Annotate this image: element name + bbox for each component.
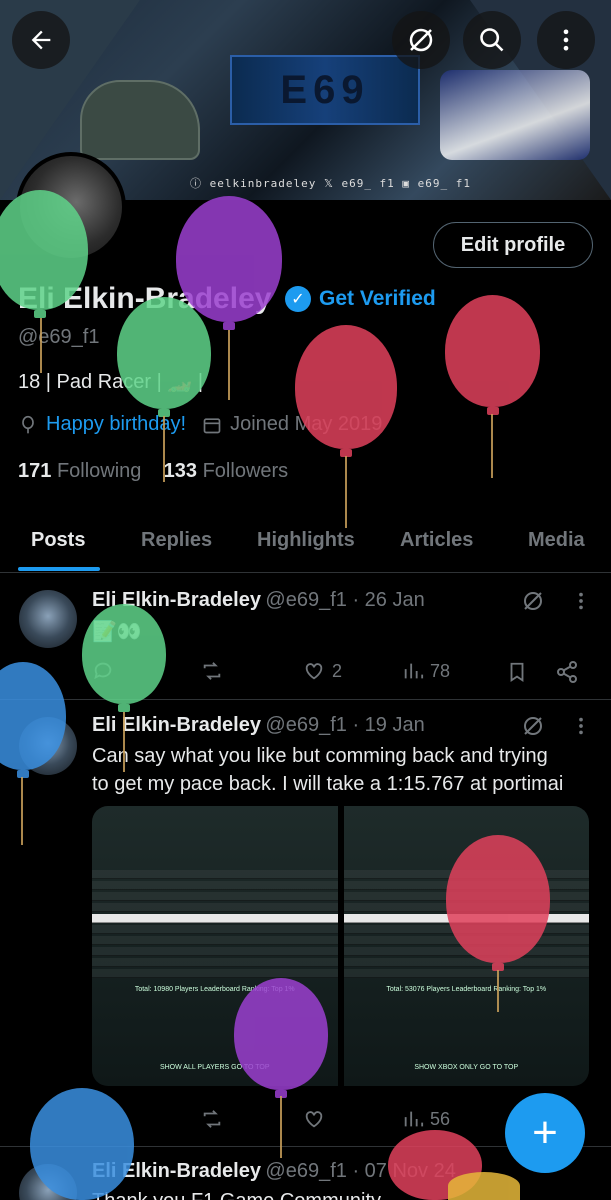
balloon-string [123, 712, 125, 772]
tab-highlights[interactable]: Highlights [257, 529, 355, 552]
repost-button[interactable] [200, 660, 224, 682]
post-text-line: to get my pace back. I will take a 1:15.… [92, 773, 564, 795]
balloon-purple [234, 978, 328, 1090]
like-count: 2 [332, 660, 343, 681]
compose-button[interactable]: + [505, 1093, 585, 1173]
followers-label: Followers [202, 460, 289, 482]
balloon-red [295, 325, 397, 449]
followers-count: 133 [163, 460, 198, 482]
view-count: 78 [430, 660, 451, 681]
heart-icon [305, 663, 323, 680]
grok-explain-icon[interactable] [521, 714, 545, 738]
repost-button[interactable] [200, 1108, 224, 1130]
post-avatar[interactable] [19, 590, 77, 648]
post-text: Thank you F1 Game Community [92, 1187, 381, 1200]
views-button[interactable]: 56 [402, 1108, 450, 1130]
banner-racecar-image [440, 70, 590, 160]
post-header: Eli Elkin-Bradeley @e69_f1 · 19 Jan [92, 714, 425, 737]
views-icon [404, 663, 424, 679]
balloon-string [491, 414, 493, 478]
heart-icon [305, 1111, 323, 1128]
profile-handle: @e69_f1 [18, 326, 100, 348]
post-text: Can say what you like but comming back a… [92, 742, 602, 798]
follow-stats: 171 Following 133 Followers [18, 460, 288, 483]
post-handle-time: @e69_f1 · 26 Jan [265, 589, 425, 611]
more-button[interactable] [537, 11, 595, 69]
arrow-left-icon [31, 30, 51, 50]
like-button[interactable] [302, 1108, 326, 1130]
balloon-yellow [448, 1172, 520, 1200]
balloon-green [82, 604, 166, 704]
grok-button[interactable] [392, 11, 450, 69]
tab-replies[interactable]: Replies [141, 529, 212, 552]
tab-articles[interactable]: Articles [400, 529, 473, 552]
like-button[interactable]: 2 [302, 660, 342, 682]
balloon-string [228, 330, 230, 400]
share-icon[interactable] [555, 660, 579, 684]
balloon-green [117, 297, 211, 409]
post-more-icon[interactable] [570, 714, 592, 738]
following-link[interactable]: 171 Following [18, 460, 141, 482]
balloon-string [345, 456, 347, 528]
balloon-red [445, 295, 540, 407]
profile-tabs: Posts Replies Highlights Articles Media [0, 515, 611, 573]
search-icon [480, 28, 504, 52]
views-button[interactable]: 78 [402, 660, 450, 682]
balloon-string [163, 416, 165, 482]
tab-media[interactable]: Media [528, 529, 585, 552]
balloon-string [21, 777, 23, 845]
balloon-string [497, 970, 499, 1012]
post-more-icon[interactable] [570, 589, 592, 613]
tab-active-indicator [18, 567, 100, 571]
view-count: 56 [430, 1108, 451, 1129]
bookmark-icon[interactable] [506, 660, 528, 684]
leaderboard-total: Total: 53076 Players Leaderboard Ranking… [386, 986, 547, 993]
following-count: 171 [18, 460, 52, 482]
post-author[interactable]: Eli Elkin-Bradeley [92, 714, 261, 736]
balloon-blue [30, 1088, 134, 1200]
tab-posts[interactable]: Posts [31, 529, 85, 552]
more-vertical-icon [563, 29, 569, 51]
views-icon [404, 1111, 424, 1127]
followers-link[interactable]: 133 Followers [164, 460, 289, 482]
search-button[interactable] [463, 11, 521, 69]
edit-profile-button[interactable]: Edit profile [433, 222, 593, 268]
balloon-string [40, 318, 42, 373]
post-handle-time: @e69_f1 · 19 Jan [265, 714, 425, 736]
repost-icon [203, 662, 221, 680]
calendar-icon [203, 417, 221, 433]
slash-circle-icon [409, 28, 433, 52]
balloon-green [0, 190, 88, 310]
balloon-icon [22, 415, 34, 433]
post-text-line: Can say what you like but comming back a… [92, 745, 548, 767]
grok-explain-icon[interactable] [521, 589, 545, 613]
following-label: Following [56, 460, 142, 482]
balloon-red [446, 835, 550, 963]
verified-badge-icon[interactable]: ✓ [285, 286, 311, 312]
banner-car-image [80, 80, 200, 160]
banner-logo: E69 [280, 68, 370, 112]
balloon-purple [176, 196, 282, 322]
repost-icon [203, 1110, 221, 1128]
back-button[interactable] [12, 11, 70, 69]
banner-socials: ⓘ eelkinbradeley 𝕏 e69_ f1 ▣ e69_ f1 [190, 177, 472, 190]
balloon-string [280, 1096, 282, 1158]
get-verified-link[interactable]: Get Verified [319, 287, 436, 311]
leaderboard-buttons: SHOW XBOX ONLY GO TO TOP [414, 1064, 519, 1071]
